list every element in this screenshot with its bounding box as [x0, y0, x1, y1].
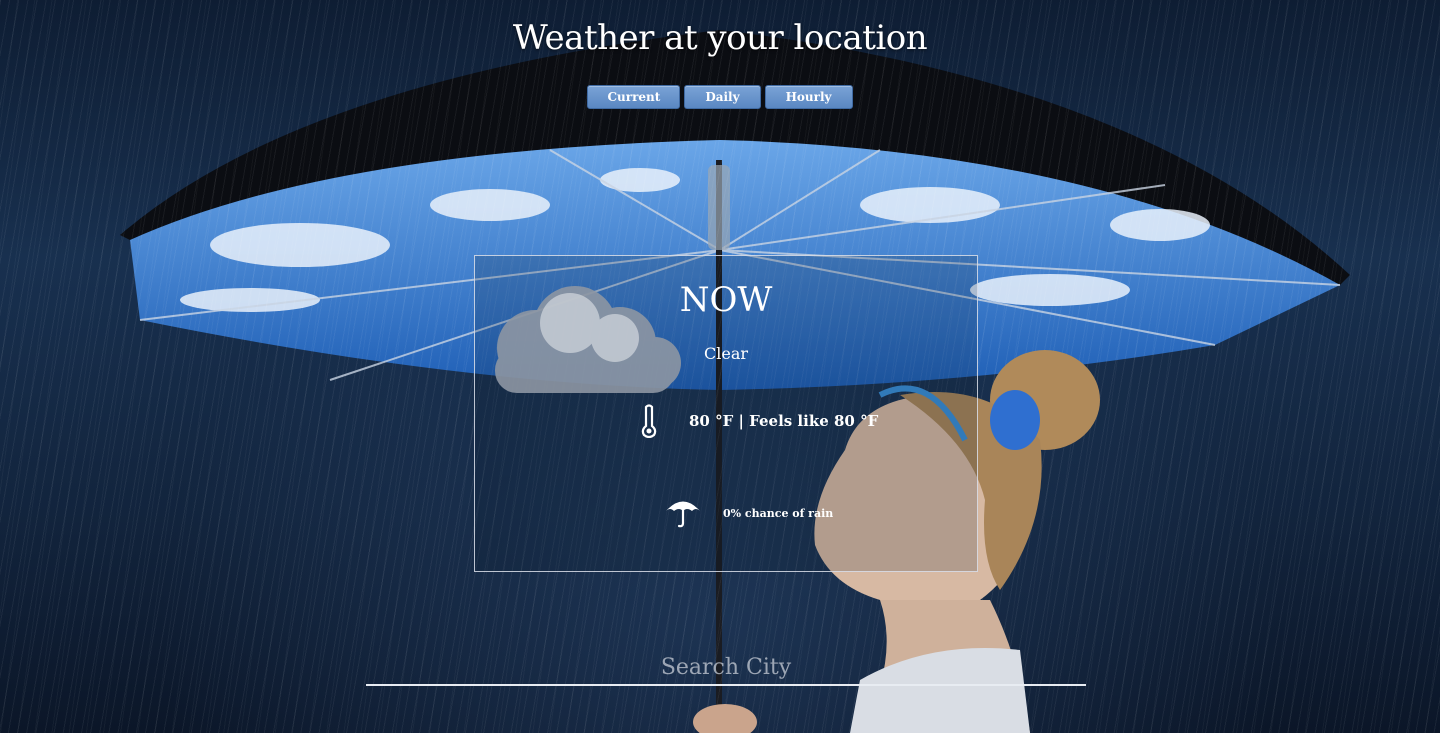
rain-chance-row: 0% chance of rain [665, 498, 833, 528]
weather-condition: Clear [703, 344, 748, 363]
current-weather-card: NOW Clear 80 °F | Feels like 80 °F 0% ch… [474, 255, 978, 572]
thermometer-icon [641, 404, 657, 438]
rain-chance-text: 0% chance of rain [723, 506, 834, 520]
umbrella-icon [666, 501, 700, 528]
temperature-row: 80 °F | Feels like 80 °F [639, 404, 878, 438]
search-bar [366, 650, 1086, 686]
tab-hourly[interactable]: Hourly [764, 85, 853, 109]
view-tabs: Current Daily Hourly [0, 85, 1440, 109]
tab-daily[interactable]: Daily [684, 85, 761, 109]
temperature-text: 80 °F | Feels like 80 °F [689, 412, 879, 430]
search-city-input[interactable] [366, 650, 1086, 686]
now-heading: NOW [679, 280, 773, 320]
page-title: Weather at your location [512, 18, 928, 58]
tab-current[interactable]: Current [587, 85, 681, 109]
